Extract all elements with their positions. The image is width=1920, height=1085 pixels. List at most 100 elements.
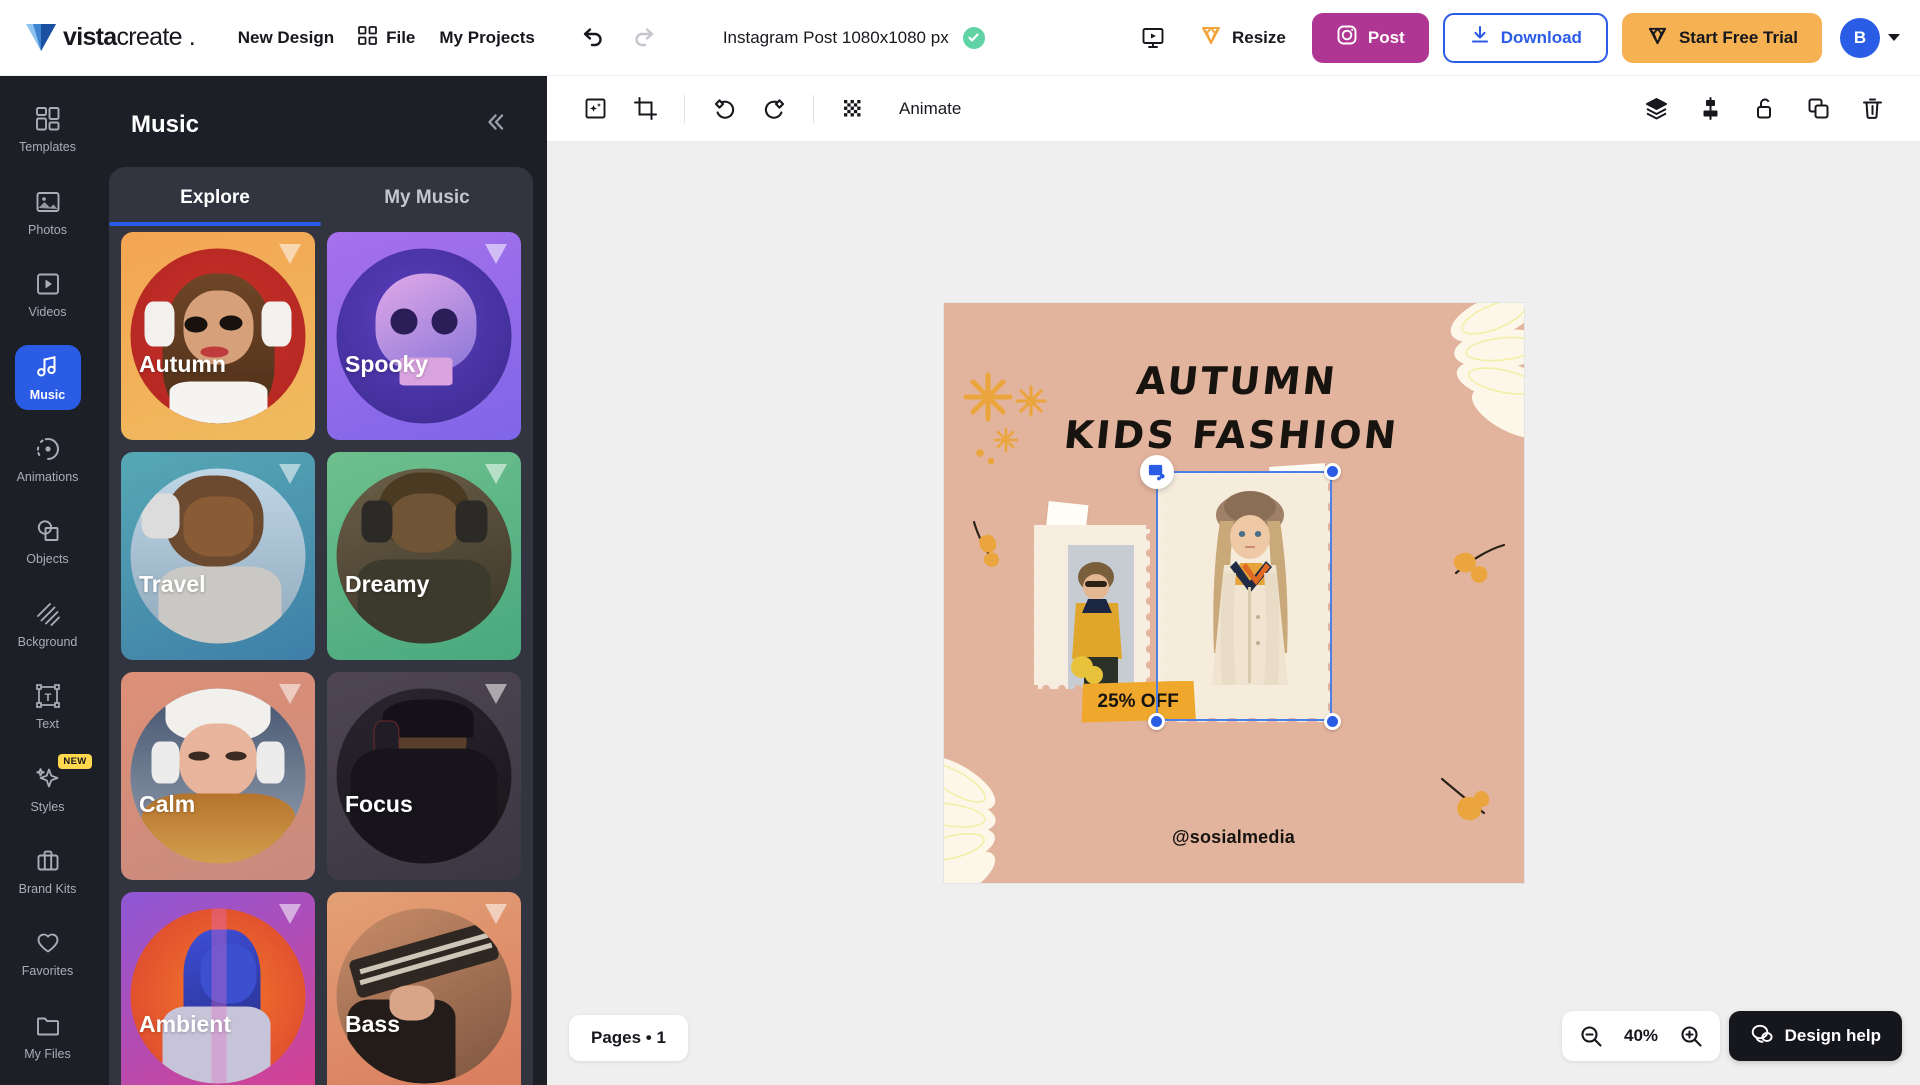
- zoom-value[interactable]: 40%: [1619, 1026, 1663, 1046]
- music-card-travel[interactable]: Travel: [121, 452, 315, 660]
- resize-handle-top-right[interactable]: [1323, 462, 1341, 480]
- folder-icon: [35, 1013, 61, 1044]
- animations-icon: [35, 436, 61, 467]
- design-title[interactable]: AUTUMN KIDS FASHION: [944, 355, 1524, 463]
- lock-icon[interactable]: [1742, 87, 1786, 131]
- canvas-stage[interactable]: AUTUMN KIDS FASHION 25% OFF @sosialmedia…: [547, 142, 1920, 1085]
- card-thumbnail: [336, 468, 512, 644]
- text-icon: T: [35, 683, 61, 714]
- panel-title: Music: [131, 110, 200, 138]
- svg-text:T: T: [44, 692, 51, 704]
- avatar[interactable]: B: [1840, 17, 1880, 58]
- file-menu-button[interactable]: File: [346, 18, 427, 58]
- rotate-right-icon[interactable]: [752, 87, 796, 131]
- design-canvas[interactable]: AUTUMN KIDS FASHION 25% OFF @sosialmedia: [943, 302, 1524, 883]
- top-bar: vistacreate . New Design File My Project…: [0, 0, 1920, 76]
- rotate-left-icon[interactable]: [702, 87, 746, 131]
- zoom-in-icon[interactable]: [1679, 1024, 1703, 1048]
- sidebar-item-templates[interactable]: Templates: [15, 98, 81, 162]
- music-card-ambient[interactable]: Ambient: [121, 892, 315, 1085]
- sidebar-item-videos[interactable]: Videos: [15, 263, 81, 327]
- design-help-label: Design help: [1784, 1026, 1881, 1045]
- sidebar-item-label: Objects: [26, 552, 69, 567]
- vistacreate-logo[interactable]: vistacreate .: [26, 23, 196, 52]
- collapse-panel-button[interactable]: [477, 104, 513, 145]
- sidebar-item-label: Text: [36, 717, 59, 732]
- resize-handle-bottom-left[interactable]: [1147, 712, 1165, 730]
- music-card-label: Autumn: [139, 351, 226, 377]
- start-free-trial-button[interactable]: Start Free Trial: [1621, 12, 1822, 63]
- sidebar-item-animations[interactable]: Animations: [15, 428, 81, 492]
- sidebar-item-music[interactable]: Music: [14, 345, 81, 410]
- templates-icon: [35, 106, 61, 137]
- music-cards-scroll[interactable]: Autumn Spooky Travel Dreamy Calm Focus A…: [109, 226, 533, 1085]
- animate-button[interactable]: Animate: [885, 90, 975, 128]
- resize-handle-bottom-right[interactable]: [1323, 712, 1341, 730]
- music-card-spooky[interactable]: Spooky: [327, 232, 521, 440]
- music-cards-grid: Autumn Spooky Travel Dreamy Calm Focus A…: [109, 232, 533, 1085]
- vistacreate-editor: vistacreate . New Design File My Project…: [0, 0, 1920, 1085]
- delete-icon[interactable]: [1850, 87, 1894, 131]
- toolbar-divider: [684, 94, 685, 123]
- tab-my-music[interactable]: My Music: [321, 167, 533, 226]
- sidebar-item-my-files[interactable]: My Files: [15, 1005, 81, 1069]
- sidebar-item-text[interactable]: T Text: [15, 675, 81, 739]
- music-tabs: Explore My Music: [109, 167, 533, 226]
- effects-icon[interactable]: [573, 87, 617, 131]
- music-panel: Music Explore My Music Autumn Spooky Tra…: [95, 76, 547, 1085]
- card-thumbnail: [336, 248, 512, 424]
- premium-mark-icon: [485, 684, 507, 709]
- new-badge: NEW: [58, 754, 92, 770]
- chevron-down-icon[interactable]: [1888, 34, 1900, 41]
- music-card-autumn[interactable]: Autumn: [121, 232, 315, 440]
- music-card-dreamy[interactable]: Dreamy: [327, 452, 521, 660]
- sidebar-item-label: Photos: [28, 222, 67, 237]
- sidebar-item-label: Templates: [19, 140, 76, 155]
- stamp-big[interactable]: [1157, 472, 1332, 722]
- post-button[interactable]: Post: [1311, 12, 1429, 63]
- top-bar-actions: Resize Post Download Start Free Trial B: [1133, 12, 1900, 63]
- social-handle[interactable]: @sosialmedia: [944, 827, 1524, 848]
- transparency-icon[interactable]: [831, 87, 875, 131]
- resize-button[interactable]: Resize: [1187, 15, 1298, 60]
- undo-button[interactable]: [575, 20, 611, 56]
- card-thumbnail: [130, 248, 306, 424]
- music-icon: [34, 353, 61, 385]
- sidebar-item-styles[interactable]: NEW Styles: [15, 754, 92, 821]
- account-menu[interactable]: B: [1840, 17, 1900, 58]
- tab-explore[interactable]: Explore: [109, 167, 321, 226]
- stamp-small[interactable]: [1033, 524, 1150, 689]
- pages-button[interactable]: Pages • 1: [569, 1015, 688, 1061]
- zoom-out-icon[interactable]: [1579, 1024, 1603, 1048]
- crop-icon[interactable]: [623, 87, 667, 131]
- download-button[interactable]: Download: [1442, 12, 1608, 63]
- redo-button[interactable]: [627, 20, 663, 56]
- music-card-focus[interactable]: Focus: [327, 672, 521, 880]
- replace-image-button[interactable]: [1139, 454, 1174, 489]
- present-button[interactable]: [1133, 18, 1173, 58]
- sidebar-item-brand-kits[interactable]: Brand Kits: [15, 840, 81, 904]
- sidebar-item-background[interactable]: Bckground: [15, 593, 81, 657]
- layers-icon[interactable]: [1634, 87, 1678, 131]
- sidebar-item-objects[interactable]: Objects: [15, 510, 81, 574]
- music-card-bass[interactable]: Bass: [327, 892, 521, 1085]
- my-projects-button[interactable]: My Projects: [427, 20, 546, 56]
- saved-check-icon: [962, 26, 985, 49]
- music-card-label: Focus: [345, 791, 413, 817]
- duplicate-icon[interactable]: [1796, 87, 1840, 131]
- music-card-calm[interactable]: Calm: [121, 672, 315, 880]
- design-title-line1: AUTUMN: [1133, 358, 1340, 403]
- styles-icon: [34, 765, 61, 797]
- file-menu-label: File: [386, 27, 416, 47]
- premium-mark-icon: [279, 464, 301, 489]
- sidebar-item-label: Favorites: [21, 964, 74, 979]
- new-design-button[interactable]: New Design: [226, 20, 346, 56]
- sidebar-item-photos[interactable]: Photos: [15, 180, 81, 244]
- document-title[interactable]: Instagram Post 1080x1080 px: [723, 28, 949, 48]
- document-title-group[interactable]: Instagram Post 1080x1080 px: [723, 26, 985, 49]
- discount-badge[interactable]: 25% OFF: [1081, 680, 1196, 723]
- align-icon[interactable]: [1688, 87, 1732, 131]
- design-help-button[interactable]: Design help: [1728, 1011, 1902, 1061]
- premium-mark-icon: [485, 904, 507, 929]
- sidebar-item-favorites[interactable]: Favorites: [15, 922, 81, 986]
